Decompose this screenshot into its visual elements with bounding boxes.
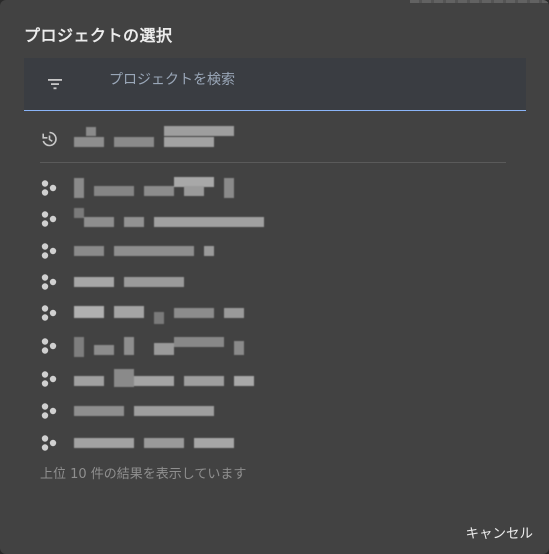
section-divider: [40, 162, 506, 163]
redacted-project-name: [74, 204, 274, 234]
project-hub-icon: [41, 211, 57, 227]
redacted-project-name: [74, 298, 254, 328]
project-list-item[interactable]: [24, 204, 526, 234]
dialog-title: プロジェクトの選択: [24, 26, 173, 45]
background-window-edge: [410, 0, 549, 3]
project-hub-icon: [41, 180, 57, 196]
redacted-project-name: [74, 331, 254, 361]
project-list-item[interactable]: [24, 364, 526, 394]
project-hub-icon: [41, 371, 57, 387]
redacted-project-name: [74, 267, 194, 297]
project-list-item[interactable]: [24, 173, 526, 203]
project-picker-dialog: プロジェクトの選択 プロジェクトを検索 上位 10 件の結果を表示しています キ…: [0, 0, 549, 554]
redacted-project-name: [74, 236, 224, 266]
project-hub-icon: [41, 403, 57, 419]
project-list-item[interactable]: [24, 428, 526, 458]
project-list-item[interactable]: [24, 396, 526, 426]
redacted-project-name: [74, 428, 244, 458]
history-icon: [42, 131, 57, 147]
redacted-project-name: [74, 364, 264, 394]
project-search-box[interactable]: [24, 58, 526, 111]
project-hub-icon: [41, 305, 57, 321]
project-hub-icon: [41, 338, 57, 354]
project-list-item[interactable]: [24, 298, 526, 328]
redacted-project-name: [74, 122, 244, 156]
project-list-item[interactable]: [24, 331, 526, 361]
redacted-project-name: [74, 396, 224, 426]
recent-project-item[interactable]: [24, 122, 526, 156]
project-search-input[interactable]: [109, 66, 509, 94]
project-hub-icon: [41, 274, 57, 290]
project-hub-icon: [41, 435, 57, 451]
filter-icon: [48, 79, 62, 90]
project-list-item[interactable]: [24, 267, 526, 297]
redacted-project-name: [74, 173, 244, 203]
result-count-note: 上位 10 件の結果を表示しています: [40, 467, 247, 482]
project-hub-icon: [41, 243, 57, 259]
project-list-item[interactable]: [24, 236, 526, 266]
cancel-button[interactable]: キャンセル: [466, 516, 534, 548]
